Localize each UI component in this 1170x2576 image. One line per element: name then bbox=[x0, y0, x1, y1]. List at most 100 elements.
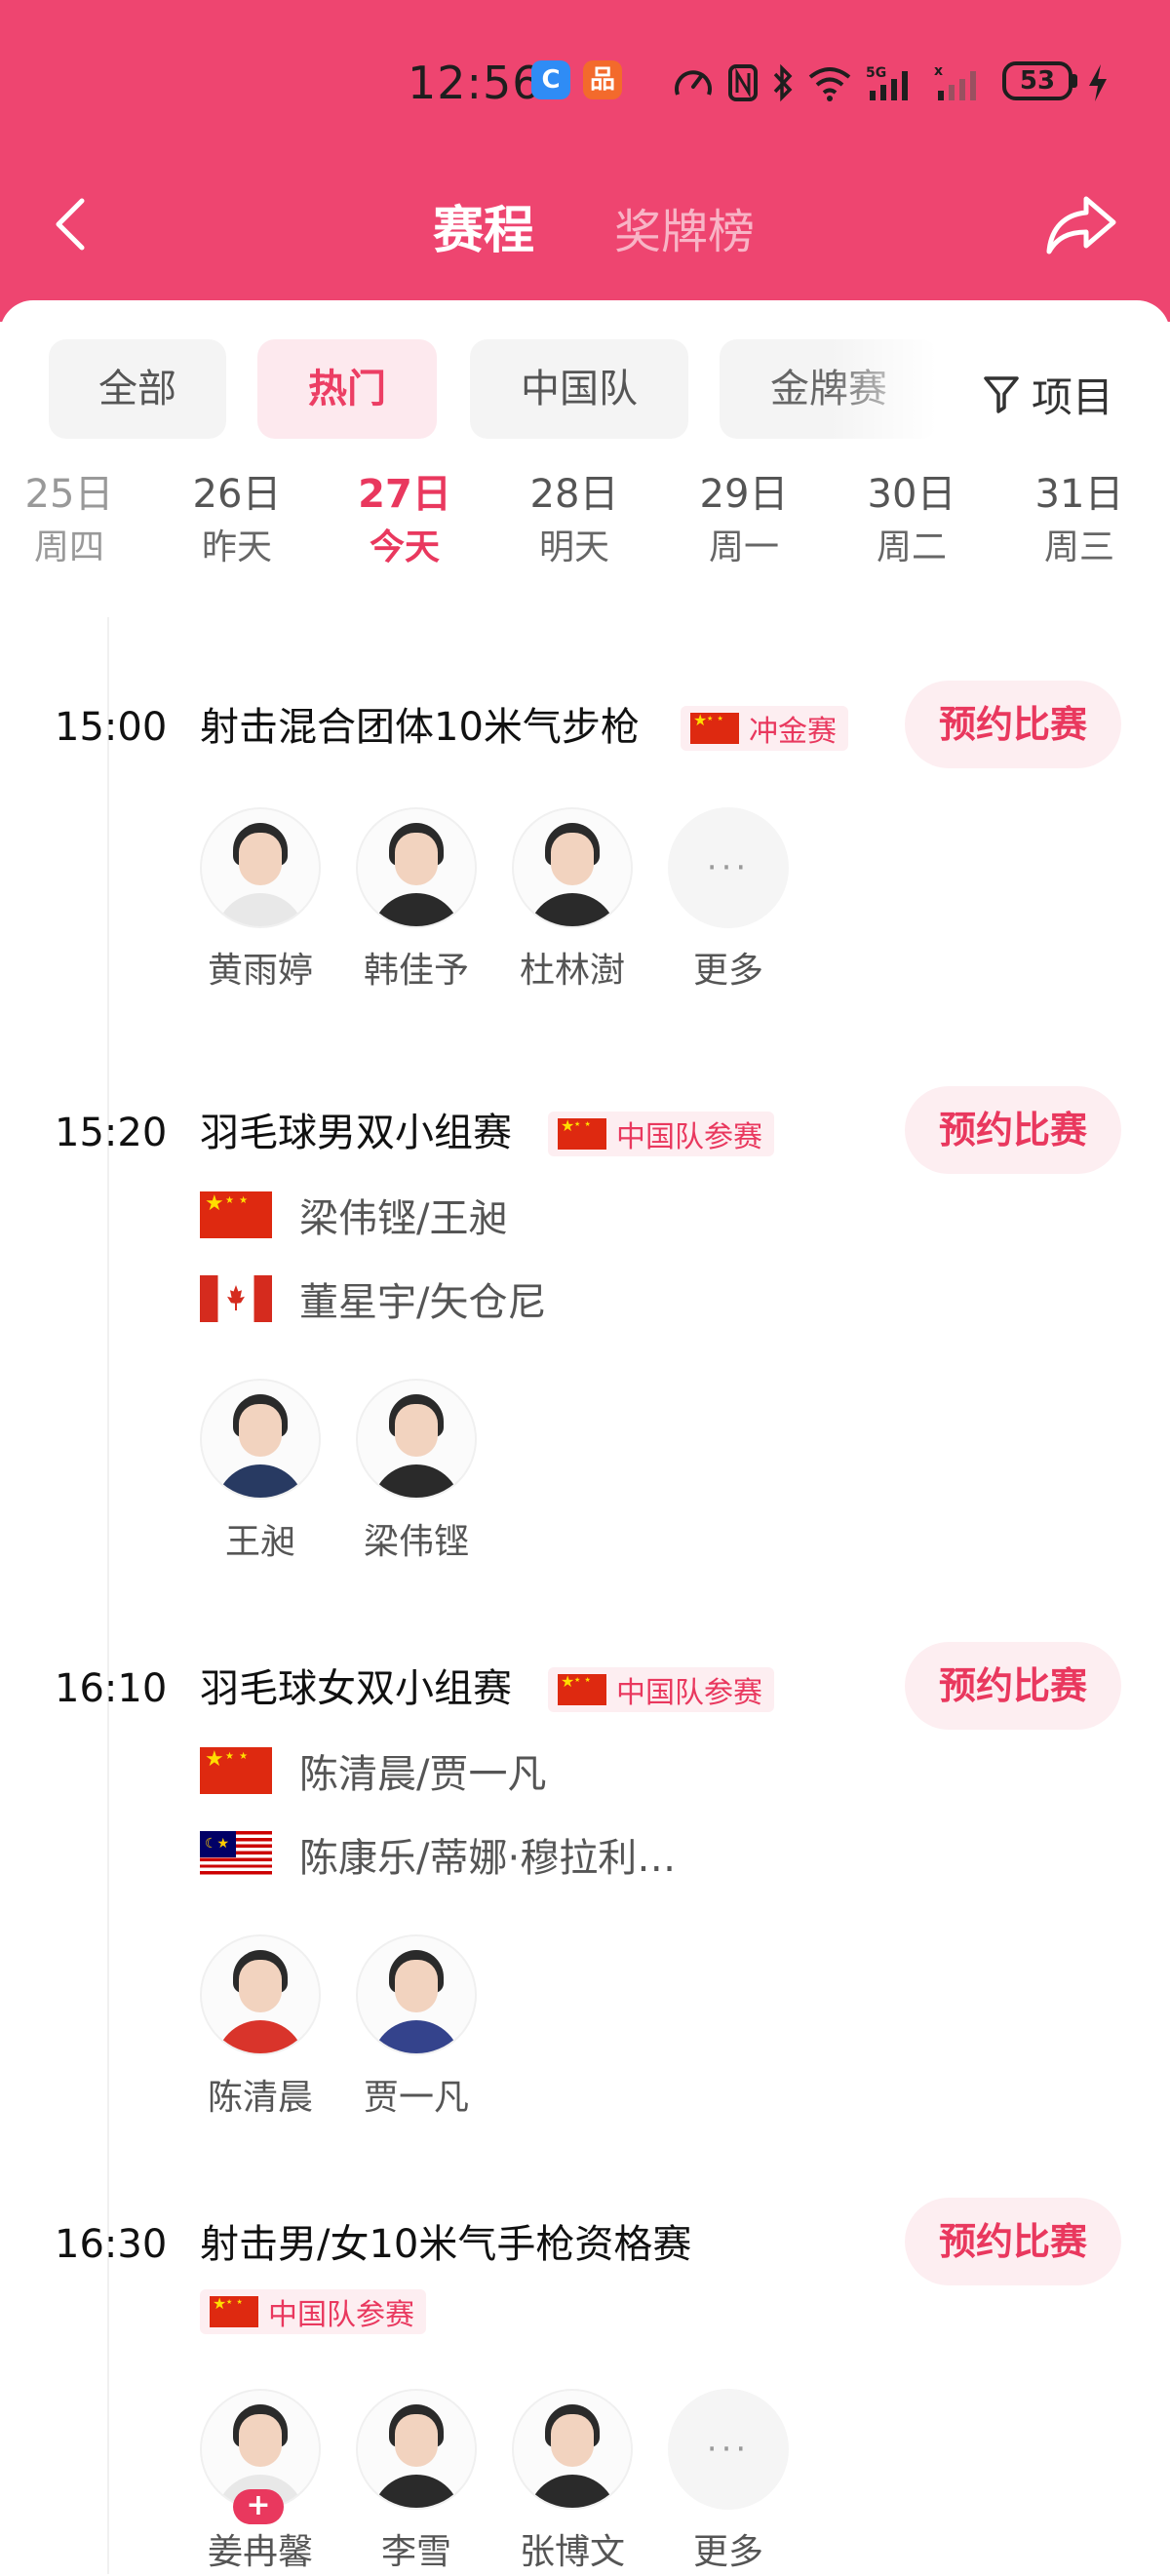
date-item-today[interactable]: 27日 今天 bbox=[341, 468, 468, 575]
more-athletes-button[interactable]: ··· 更多 bbox=[668, 807, 789, 995]
event-badge: 中国队参赛 bbox=[200, 2289, 426, 2334]
timeline-line bbox=[107, 617, 109, 2574]
athlete-list: + 姜冉馨 李雪 张博文 ··· 更多 bbox=[200, 2389, 789, 2576]
china-flag-icon bbox=[558, 1115, 606, 1150]
date-item[interactable]: 31日 周三 bbox=[1016, 468, 1143, 575]
status-time: 12:56 bbox=[408, 57, 542, 109]
plus-badge-icon: + bbox=[233, 2489, 284, 2524]
date-day: 27日 bbox=[358, 472, 451, 517]
chip-all[interactable]: 全部 bbox=[49, 339, 226, 439]
china-flag-icon bbox=[200, 1745, 272, 1794]
reserve-button[interactable]: 预约比赛 bbox=[905, 681, 1121, 768]
avatar bbox=[200, 807, 321, 928]
signal-5g-icon: 5G bbox=[866, 65, 908, 100]
avatar bbox=[200, 1934, 321, 2055]
date-weekday: 明天 bbox=[538, 527, 609, 567]
date-weekday: 今天 bbox=[369, 527, 440, 567]
event-badge: 冲金赛 bbox=[681, 706, 848, 751]
avatar bbox=[356, 1379, 477, 1500]
avatar bbox=[356, 807, 477, 928]
chip-hot[interactable]: 热门 bbox=[257, 339, 437, 439]
team-names: 梁伟铿/王昶 bbox=[299, 1196, 508, 1241]
date-weekday: 周三 bbox=[1043, 527, 1114, 567]
battery-tip bbox=[1072, 74, 1077, 88]
speed-icon bbox=[675, 70, 712, 96]
athlete-list: 王昶 梁伟铿 bbox=[200, 1379, 477, 1566]
event-title: 羽毛球男双小组赛 bbox=[200, 1111, 512, 1155]
athlete-card[interactable]: 韩佳予 bbox=[356, 807, 477, 995]
date-day: 30日 bbox=[867, 472, 956, 517]
athlete-card[interactable]: 王昶 bbox=[200, 1379, 321, 1566]
malaysia-flag-icon bbox=[200, 1831, 272, 1878]
athlete-card[interactable]: 梁伟铿 bbox=[356, 1379, 477, 1566]
date-day: 26日 bbox=[192, 472, 282, 517]
athlete-card[interactable]: 张博文 bbox=[512, 2389, 633, 2576]
china-flag-icon bbox=[558, 1671, 606, 1705]
athlete-card[interactable]: 贾一凡 bbox=[356, 1934, 477, 2122]
date-item[interactable]: 26日 昨天 bbox=[174, 468, 300, 575]
team-row: 董星宇/矢仓尼 bbox=[200, 1269, 546, 1328]
athlete-card[interactable]: + 姜冉馨 bbox=[200, 2389, 321, 2576]
chip-china-team[interactable]: 中国队 bbox=[470, 339, 688, 439]
filter-chips: 全部 热门 中国队 金牌赛 项目 bbox=[0, 339, 1170, 447]
athlete-card[interactable]: 李雪 bbox=[356, 2389, 477, 2576]
athlete-card[interactable]: 杜林澍 bbox=[512, 807, 633, 995]
avatar bbox=[512, 2389, 633, 2510]
event-title: 羽毛球女双小组赛 bbox=[200, 1666, 512, 1711]
athlete-name: 韩佳予 bbox=[363, 951, 469, 991]
reserve-button[interactable]: 预约比赛 bbox=[905, 1086, 1121, 1174]
team-names: 陈康乐/蒂娜·穆拉利… bbox=[299, 1836, 677, 1881]
signal-weak-icon: x bbox=[934, 63, 976, 100]
event-badge: 中国队参赛 bbox=[548, 1112, 774, 1156]
athlete-list: 黄雨婷 韩佳予 杜林澍 ··· 更多 bbox=[200, 807, 789, 995]
date-item[interactable]: 30日 周二 bbox=[848, 468, 975, 575]
team-names: 陈清晨/贾一凡 bbox=[299, 1752, 547, 1797]
event-badge-label: 中国队参赛 bbox=[268, 2298, 414, 2332]
date-weekday: 周一 bbox=[708, 527, 779, 567]
date-weekday: 昨天 bbox=[201, 527, 272, 567]
athlete-card[interactable]: 黄雨婷 bbox=[200, 807, 321, 995]
event-time: 15:20 bbox=[55, 1111, 168, 1155]
svg-text:5G: 5G bbox=[866, 65, 886, 81]
team-names: 董星宇/矢仓尼 bbox=[299, 1280, 547, 1325]
charging-icon bbox=[1089, 64, 1107, 101]
china-flag-icon bbox=[690, 710, 739, 744]
reserve-button[interactable]: 预约比赛 bbox=[905, 1642, 1121, 1730]
date-day: 28日 bbox=[529, 472, 619, 517]
avatar bbox=[200, 1379, 321, 1500]
date-item[interactable]: 29日 周一 bbox=[681, 468, 807, 575]
schedule-card: 全部 热门 中国队 金牌赛 项目 25日 周四 26日 昨天 27日 今天 28… bbox=[0, 300, 1170, 2574]
more-label: 更多 bbox=[692, 951, 763, 991]
date-weekday: 周四 bbox=[33, 527, 104, 567]
sport-filter-button[interactable]: 项目 bbox=[983, 365, 1113, 423]
event-badge-label: 中国队参赛 bbox=[616, 1120, 762, 1154]
tab-schedule[interactable]: 赛程 bbox=[433, 189, 534, 262]
date-weekday: 周二 bbox=[876, 527, 947, 567]
athlete-list: 陈清晨 贾一凡 bbox=[200, 1934, 477, 2122]
avatar bbox=[356, 2389, 477, 2510]
nfc-icon bbox=[728, 64, 758, 101]
tab-medal-table[interactable]: 奖牌榜 bbox=[614, 193, 755, 261]
athlete-card[interactable]: 陈清晨 bbox=[200, 1934, 321, 2122]
canada-flag-icon bbox=[200, 1275, 272, 1322]
avatar bbox=[356, 1934, 477, 2055]
more-athletes-button[interactable]: ··· 更多 bbox=[668, 2389, 789, 2576]
reserve-button[interactable]: 预约比赛 bbox=[905, 2198, 1121, 2285]
team-row: 陈清晨/贾一凡 bbox=[200, 1741, 546, 1800]
more-dots-icon: ··· bbox=[668, 2389, 789, 2510]
event-title: 射击混合团体10米气步枪 bbox=[200, 705, 640, 750]
date-item[interactable]: 25日 周四 bbox=[6, 468, 133, 575]
athlete-name: 姜冉馨 bbox=[207, 2532, 313, 2572]
event-time: 15:00 bbox=[55, 705, 168, 750]
event-badge-label: 中国队参赛 bbox=[616, 1676, 762, 1710]
event-badge: 中国队参赛 bbox=[548, 1667, 774, 1712]
battery-indicator: 53 bbox=[1002, 61, 1072, 100]
date-day: 25日 bbox=[24, 472, 114, 517]
more-dots-icon: ··· bbox=[668, 807, 789, 928]
date-item[interactable]: 28日 明天 bbox=[511, 468, 638, 575]
svg-text:x: x bbox=[934, 63, 943, 79]
share-icon[interactable] bbox=[1045, 193, 1117, 255]
athlete-name: 黄雨婷 bbox=[207, 951, 313, 991]
back-arrow-icon[interactable] bbox=[45, 195, 103, 254]
date-selector: 25日 周四 26日 昨天 27日 今天 28日 明天 29日 周一 30日 周… bbox=[0, 468, 1170, 605]
